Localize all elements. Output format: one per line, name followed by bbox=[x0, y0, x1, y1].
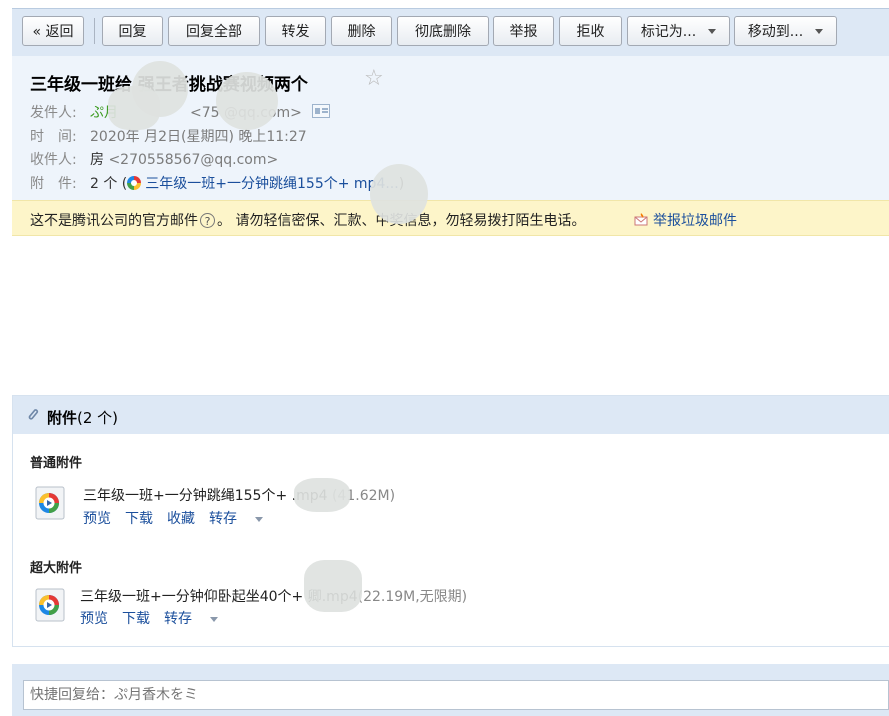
back-button[interactable]: « 返回 bbox=[22, 16, 84, 46]
chevron-down-icon bbox=[815, 28, 824, 34]
toolbar-divider bbox=[94, 18, 95, 44]
reject-button[interactable]: 拒收 bbox=[559, 16, 622, 46]
envelope-fire-icon bbox=[634, 213, 648, 226]
help-icon[interactable]: ? bbox=[200, 212, 215, 228]
star-icon[interactable]: ☆ bbox=[364, 66, 384, 91]
recipient-email: <270558567@qq.com> bbox=[108, 152, 279, 168]
contact-card-icon[interactable] bbox=[311, 104, 330, 118]
chevron-down-icon bbox=[210, 616, 218, 622]
move-to-dropdown[interactable]: 移动到... bbox=[734, 16, 837, 46]
download-link[interactable]: 下载 bbox=[122, 611, 150, 627]
privacy-blur bbox=[294, 478, 350, 512]
attachment-row: 附 件:2 个 (三年级一班+一分钟跳绳155个+ mp4...) bbox=[30, 173, 404, 193]
quick-reply-input[interactable] bbox=[23, 680, 889, 710]
save-to-label: 转存 bbox=[209, 511, 237, 527]
report-button[interactable]: 举报 bbox=[493, 16, 554, 46]
reply-all-button[interactable]: 回复全部 bbox=[168, 16, 260, 46]
paperclip-icon bbox=[28, 409, 39, 420]
large-attachments-title: 超大附件 bbox=[30, 561, 83, 576]
save-to-label: 转存 bbox=[164, 611, 192, 627]
chevron-down-icon bbox=[708, 28, 717, 34]
attachment-preview-link[interactable]: 三年级一班+一分钟跳绳155个+ mp4... bbox=[145, 176, 398, 192]
normal-attachment-actions: 预览 下载 收藏 转存 bbox=[83, 508, 291, 528]
media-player-icon bbox=[127, 176, 142, 190]
large-attachment-name[interactable]: 三年级一班+一分钟仰卧起坐40个+ 卿.mp4(22.19M,无限期) bbox=[80, 586, 467, 606]
normal-attachments-title: 普通附件 bbox=[30, 456, 83, 471]
attachment-label: 附 件: bbox=[30, 176, 77, 192]
report-spam-label: 举报垃圾邮件 bbox=[653, 213, 737, 229]
save-to-dropdown[interactable]: 转存 bbox=[209, 511, 277, 527]
mark-as-label: 标记为... bbox=[640, 24, 697, 40]
attachments-title: 附件(2 个) bbox=[47, 407, 118, 428]
move-to-label: 移动到... bbox=[747, 24, 804, 40]
reply-button[interactable]: 回复 bbox=[102, 16, 163, 46]
large-attachment-size: (22.19M,无限期) bbox=[357, 589, 468, 605]
video-file-icon bbox=[35, 588, 65, 622]
forward-button[interactable]: 转发 bbox=[265, 16, 326, 46]
recipient-row: 收件人: 房 <270558567@qq.com> bbox=[30, 149, 278, 169]
toolbar: « 返回 回复 回复全部 转发 删除 彻底删除 举报 拒收 标记为... 移动到… bbox=[0, 0, 889, 57]
attachments-header: 附件(2 个) bbox=[13, 396, 889, 434]
time-label: 时 间: bbox=[30, 129, 77, 145]
sender-label: 发件人: bbox=[30, 105, 77, 121]
recipient-name[interactable]: 房 bbox=[90, 152, 104, 168]
normal-attachment-filename: 三年级一班+一分钟跳绳155个+ .mp4 bbox=[83, 488, 328, 504]
download-link[interactable]: 下载 bbox=[125, 511, 153, 527]
attachments-count: (2 个) bbox=[77, 409, 119, 427]
favorite-link[interactable]: 收藏 bbox=[167, 511, 195, 527]
large-attachment-actions: 预览 下载 转存 bbox=[80, 608, 246, 628]
report-spam-link[interactable]: 举报垃圾邮件 bbox=[634, 210, 737, 230]
delete-forever-button[interactable]: 彻底删除 bbox=[397, 16, 489, 46]
save-to-dropdown[interactable]: 转存 bbox=[164, 611, 232, 627]
recipient-label: 收件人: bbox=[30, 152, 77, 168]
privacy-blur bbox=[304, 560, 362, 612]
privacy-blur bbox=[216, 72, 278, 130]
quick-reply-bar bbox=[12, 664, 889, 716]
time-row: 时 间: 2020年 月2日(星期四) 晚上11:27 bbox=[30, 126, 307, 146]
preview-link[interactable]: 预览 bbox=[80, 611, 108, 627]
chevron-down-icon bbox=[255, 516, 263, 522]
preview-link[interactable]: 预览 bbox=[83, 511, 111, 527]
video-file-icon bbox=[35, 486, 65, 520]
mark-as-dropdown[interactable]: 标记为... bbox=[627, 16, 730, 46]
warning-text: 这不是腾讯公司的官方邮件?。 请勿轻信密保、汇款、中奖信息，勿轻易拨打陌生电话。 bbox=[30, 210, 585, 230]
privacy-blur bbox=[108, 86, 160, 130]
attachment-count: 2 个 ( bbox=[90, 176, 128, 192]
privacy-blur bbox=[370, 164, 428, 224]
time-value: 2020年 月2日(星期四) 晚上11:27 bbox=[90, 129, 307, 145]
security-warning-bar: 这不是腾讯公司的官方邮件?。 请勿轻信密保、汇款、中奖信息，勿轻易拨打陌生电话。… bbox=[12, 200, 889, 236]
delete-button[interactable]: 删除 bbox=[331, 16, 392, 46]
warning-text-part1: 这不是腾讯公司的官方邮件 bbox=[30, 213, 198, 229]
attachments-title-label: 附件 bbox=[47, 409, 78, 427]
